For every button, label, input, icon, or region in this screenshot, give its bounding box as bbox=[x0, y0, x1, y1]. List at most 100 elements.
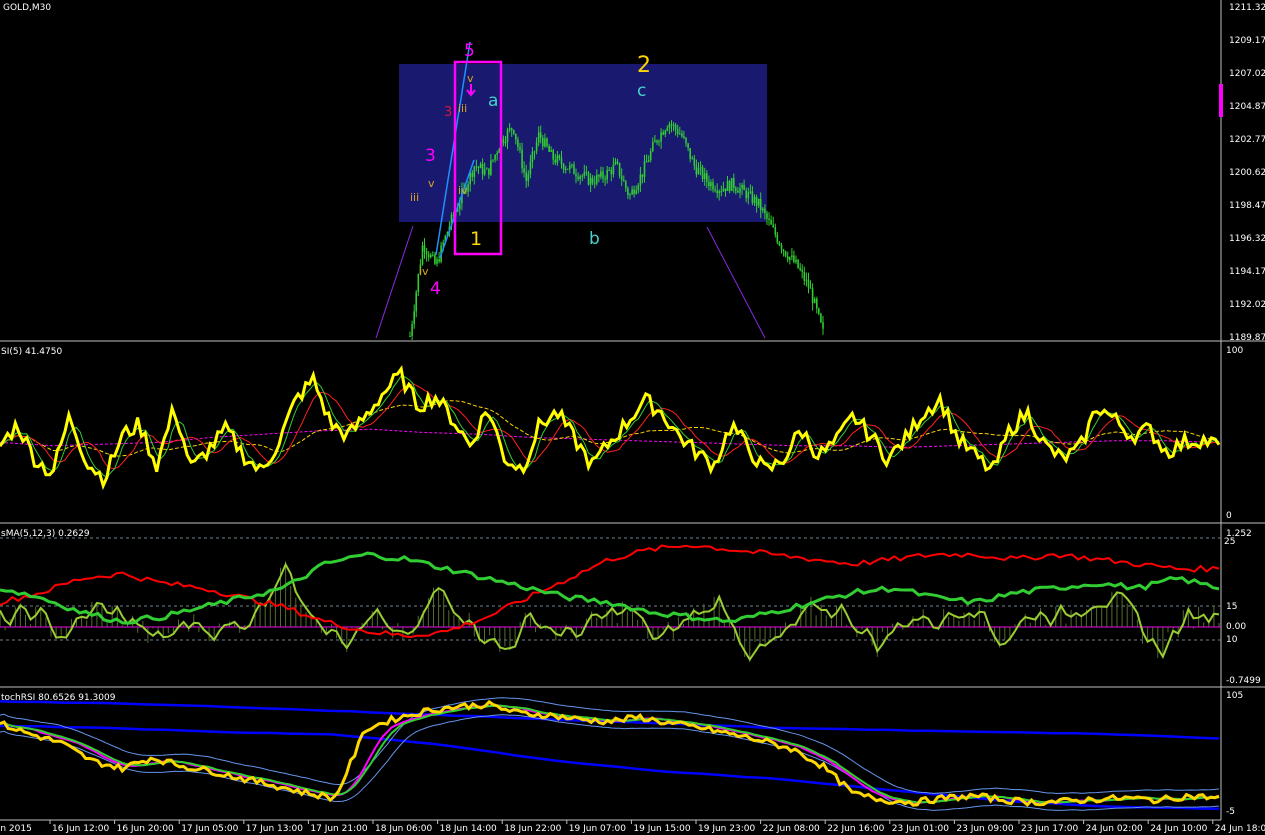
wave-label-b: b bbox=[589, 229, 600, 249]
price-tick: 1209.17 bbox=[1229, 36, 1265, 46]
candle-body bbox=[490, 160, 492, 175]
candle-body bbox=[693, 158, 696, 166]
candle-body bbox=[519, 146, 521, 150]
candle-body bbox=[427, 254, 430, 258]
rsi-tick: 100 bbox=[1226, 346, 1243, 356]
candle-body bbox=[712, 182, 714, 190]
candle-body bbox=[575, 174, 577, 177]
candle-body bbox=[539, 132, 542, 138]
osma-tick: 15 bbox=[1226, 602, 1237, 612]
candle-body bbox=[554, 159, 557, 163]
candle-body bbox=[735, 188, 737, 191]
candle-body bbox=[604, 178, 606, 180]
candle-body bbox=[656, 140, 658, 143]
candle-body bbox=[716, 190, 718, 194]
candle-body bbox=[660, 132, 662, 142]
candle-body bbox=[602, 171, 604, 179]
candle-body bbox=[697, 168, 700, 175]
candle-body bbox=[600, 171, 602, 177]
candle-body bbox=[809, 287, 812, 289]
candle-body bbox=[820, 313, 822, 323]
candle-body bbox=[679, 133, 681, 135]
candle-body bbox=[546, 138, 548, 147]
candle-body bbox=[728, 181, 731, 191]
candle-body bbox=[620, 175, 623, 180]
time-tick: 17 Jun 21:00 bbox=[310, 824, 367, 834]
candle-body bbox=[608, 170, 610, 171]
candle-body bbox=[625, 181, 627, 189]
candle-body bbox=[739, 188, 741, 193]
candle-body bbox=[486, 168, 488, 170]
time-tick: 17 Jun 13:00 bbox=[246, 824, 303, 834]
candle-body bbox=[701, 167, 704, 180]
candle-body bbox=[672, 124, 675, 126]
time-tick: 18 Jun 06:00 bbox=[375, 824, 432, 834]
candle-body bbox=[623, 179, 625, 182]
price-tick: 1211.32 bbox=[1229, 3, 1265, 13]
price-tick: 1202.77 bbox=[1229, 135, 1265, 145]
candle-body bbox=[508, 128, 511, 131]
candle-body bbox=[432, 254, 434, 256]
candle-body bbox=[434, 254, 436, 264]
candle-body bbox=[635, 190, 637, 194]
candle-body bbox=[593, 182, 596, 184]
wave-label-v: v bbox=[467, 72, 474, 85]
time-tick: 17 Jun 05:00 bbox=[181, 824, 238, 834]
candle-body bbox=[803, 271, 806, 281]
candle-body bbox=[641, 174, 644, 177]
candle-body bbox=[662, 132, 664, 135]
candle-body bbox=[556, 155, 559, 163]
candle-body bbox=[577, 176, 579, 180]
candle-body bbox=[409, 336, 411, 337]
candle-body bbox=[560, 157, 563, 165]
candle-body bbox=[438, 259, 440, 262]
candle-body bbox=[759, 198, 762, 211]
candle-body bbox=[743, 185, 745, 190]
candle-body bbox=[552, 150, 554, 160]
candle-body bbox=[436, 259, 438, 264]
candle-body bbox=[473, 166, 476, 177]
candle-body bbox=[562, 164, 565, 170]
candle-body bbox=[757, 198, 760, 206]
candle-body bbox=[633, 189, 635, 194]
candle-body bbox=[531, 152, 534, 162]
wave-label-iv: iv bbox=[419, 265, 429, 278]
osma-tick: -0.7499 bbox=[1226, 676, 1261, 686]
candle-body bbox=[724, 188, 727, 191]
candle-body bbox=[535, 142, 538, 152]
candle-body bbox=[475, 166, 478, 168]
candle-body bbox=[425, 251, 428, 255]
wave-label-4: 4 bbox=[430, 279, 441, 299]
candle-body bbox=[674, 124, 677, 130]
candle-body bbox=[797, 259, 799, 268]
candle-body bbox=[523, 168, 525, 173]
candle-body bbox=[764, 208, 766, 213]
candle-body bbox=[533, 151, 536, 153]
candle-body bbox=[801, 269, 803, 272]
osma-tick: 25 bbox=[1224, 537, 1235, 547]
candle-body bbox=[573, 164, 575, 175]
candle-body bbox=[685, 137, 687, 144]
candle-body bbox=[770, 220, 772, 225]
time-tick: Jun 2015 bbox=[0, 824, 32, 834]
candle-body bbox=[479, 163, 482, 168]
candle-body bbox=[807, 279, 810, 288]
candle-body bbox=[598, 174, 600, 177]
time-tick: 18 Jun 14:00 bbox=[440, 824, 497, 834]
price-tick: 1189.87 bbox=[1229, 333, 1265, 343]
candle-body bbox=[726, 181, 729, 191]
rsi-label: SI(5) 41.4750 bbox=[1, 347, 62, 357]
candle-body bbox=[786, 256, 789, 260]
candle-body bbox=[550, 150, 552, 152]
candle-body bbox=[751, 191, 754, 203]
candle-body bbox=[504, 141, 507, 144]
candle-body bbox=[627, 188, 629, 195]
candle-body bbox=[610, 170, 613, 175]
candle-body bbox=[691, 158, 694, 160]
candle-body bbox=[411, 324, 413, 337]
time-tick: 24 Jun 10:00 bbox=[1150, 824, 1207, 834]
time-tick: 23 Jun 01:00 bbox=[892, 824, 949, 834]
wave-label-iii: iii bbox=[410, 191, 419, 204]
candle-body bbox=[513, 130, 515, 134]
candle-body bbox=[629, 194, 631, 196]
